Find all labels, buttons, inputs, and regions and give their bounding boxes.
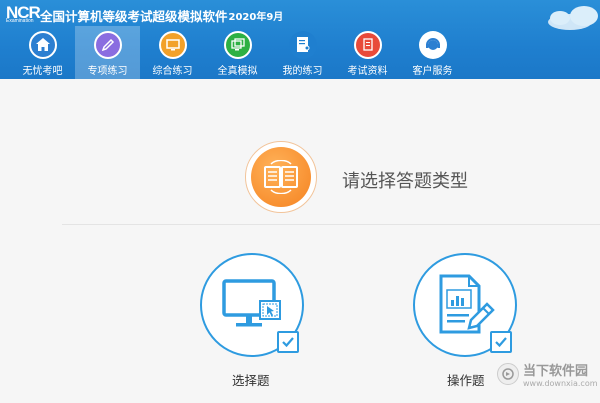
screens-icon: [223, 31, 252, 59]
watermark-name: 当下软件园: [523, 364, 589, 379]
document-icon: [353, 31, 382, 59]
nav-item-exam-materials[interactable]: 考试资料: [335, 26, 400, 79]
watermark-url: www.downxia.com: [523, 379, 598, 388]
main-nav: 无忧考吧 专项练习 综合练习 全真模拟 我的练习 考试资料 客户服务: [10, 26, 465, 79]
check-icon: [490, 331, 512, 353]
home-icon: [28, 31, 57, 59]
nav-label: 考试资料: [347, 66, 388, 77]
nav-item-customer-service[interactable]: 客户服务: [400, 26, 465, 79]
site-watermark: 当下软件园 www.downxia.com: [497, 354, 600, 394]
monitor-icon: [158, 31, 187, 59]
app-logo: NCR Examination: [6, 3, 41, 24]
app-title: 全国计算机等级考试超级模拟软件: [40, 8, 228, 24]
nav-label: 无忧考吧: [22, 66, 63, 77]
app-title-row: NCR Examination 全国计算机等级考试超级模拟软件 2020年9月: [6, 3, 284, 26]
nav-label: 专项练习: [87, 66, 128, 77]
divider: [62, 224, 600, 225]
option-label-operation[interactable]: 操作题: [447, 370, 485, 389]
check-icon: [277, 331, 299, 353]
nav-label: 综合练习: [152, 66, 193, 77]
pencil-icon: [93, 31, 122, 59]
nav-item-my-practice[interactable]: 我的练习: [270, 26, 335, 79]
nav-item-home[interactable]: 无忧考吧: [10, 26, 75, 79]
option-label-multiple-choice[interactable]: 选择题: [232, 370, 270, 389]
cloud-decoration: [548, 6, 598, 30]
page-title: 请选择答题类型: [342, 171, 468, 192]
answer-type-badge: [245, 141, 317, 213]
user-doc-icon: [288, 31, 317, 59]
book-icon: [251, 147, 311, 207]
nav-label: 客户服务: [412, 66, 453, 77]
nav-item-mock-exam[interactable]: 全真模拟: [205, 26, 270, 79]
computer-select-icon: [222, 279, 281, 327]
document-edit-icon: [439, 274, 495, 334]
headset-icon: [418, 31, 447, 59]
nav-label: 我的练习: [282, 66, 323, 77]
nav-item-special-practice[interactable]: 专项练习: [75, 26, 140, 79]
nav-item-comprehensive[interactable]: 综合练习: [140, 26, 205, 79]
title-bar: NCR Examination 全国计算机等级考试超级模拟软件 2020年9月 …: [0, 0, 600, 79]
watermark-logo-icon: [497, 363, 519, 385]
app-date: 2020年9月: [228, 11, 284, 23]
nav-label: 全真模拟: [217, 66, 258, 77]
